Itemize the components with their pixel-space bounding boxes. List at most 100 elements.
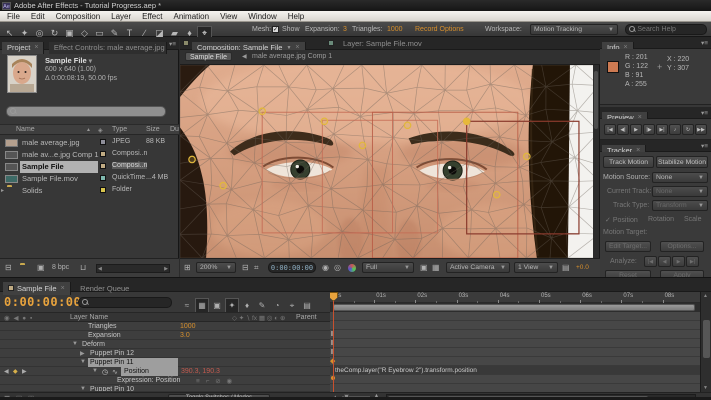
record-options-button[interactable]: Record Options [415, 26, 464, 33]
menu-window[interactable]: Window [248, 12, 276, 21]
analyze-button-0[interactable]: |◀ [644, 256, 657, 267]
menu-effect[interactable]: Effect [142, 12, 162, 21]
close-icon[interactable]: × [61, 285, 65, 292]
column-duration[interactable]: Du [170, 126, 179, 133]
menu-view[interactable]: View [220, 12, 237, 21]
property-row-triangles[interactable]: Triangles 1000 [0, 322, 330, 331]
keyframe-nav-next-icon[interactable]: ▶ [22, 368, 27, 375]
bit-depth-button[interactable]: 8 bpc [52, 264, 69, 271]
track-motion-button[interactable]: Track Motion [603, 156, 654, 168]
twirl-down-icon[interactable]: ▼ [80, 359, 86, 365]
transport-button-2[interactable]: ▶ [630, 124, 642, 135]
composition-viewer[interactable] [180, 65, 599, 258]
show-snapshot-icon[interactable]: ◎ [334, 263, 341, 272]
transparency-grid-icon[interactable]: ▦ [432, 263, 440, 272]
panel-menu-icon[interactable]: ▾≡ [169, 40, 176, 48]
pixel-aspect-icon[interactable]: ▤ [562, 263, 570, 272]
scroll-left-icon[interactable]: ◀ [98, 266, 102, 272]
scale-check-label[interactable]: Scale [684, 216, 702, 223]
mask-visibility-icon[interactable]: ⌗ [254, 263, 259, 273]
stabilize-motion-button[interactable]: Stabilize Motion [656, 156, 708, 168]
column-name[interactable]: Name [16, 126, 35, 133]
menu-animation[interactable]: Animation [173, 12, 209, 21]
timeline-icon-6[interactable]: ◔ [270, 299, 284, 312]
edit-target-button[interactable]: Edit Target... [605, 241, 651, 252]
timeline-icon-7[interactable]: ⌖ [285, 299, 299, 312]
safe-guides-icon[interactable]: ⊟ [242, 263, 249, 272]
tab-timeline-comp[interactable]: Sample File× [3, 282, 71, 295]
tab-layer[interactable]: Layer: Sample File.mov [338, 37, 427, 49]
analyze-button-2[interactable]: ▶ [672, 256, 685, 267]
menu-edit[interactable]: Edit [31, 12, 45, 21]
label-color[interactable] [100, 187, 106, 193]
time-ruler[interactable]: 0s01s02s03s04s05s06s07s08s [330, 292, 700, 303]
expression-icons[interactable]: ≡ ⌐ ⊘ ◉ [196, 377, 234, 385]
transport-button-4[interactable]: ▶| [656, 124, 668, 135]
viewer-vertical-scrollbar[interactable] [593, 65, 599, 258]
current-track-select[interactable]: None▼ [652, 186, 708, 197]
grid-options-icon[interactable]: ⊞ [184, 263, 191, 272]
position-checkbox[interactable]: ✓ [605, 217, 611, 224]
timeline-icon-1[interactable]: ▦ [195, 298, 209, 313]
motion-source-select[interactable]: None▼ [652, 172, 708, 183]
transport-button-5[interactable]: ♪ [669, 124, 681, 135]
table-row-selected[interactable]: Sample File Composi..n [0, 161, 179, 173]
label-color[interactable] [100, 151, 106, 157]
transport-button-6[interactable]: ↻ [682, 124, 694, 135]
column-type[interactable]: Type [112, 126, 127, 133]
timeline-search-input[interactable] [88, 298, 171, 307]
group-row-pin12[interactable]: ▶ Puppet Pin 12 [0, 349, 330, 358]
timeline-icon-0[interactable]: ≈ [180, 299, 194, 312]
work-area-bar[interactable] [333, 304, 695, 311]
transport-button-0[interactable]: |◀ [604, 124, 616, 135]
twirl-down-icon[interactable]: ▼ [72, 341, 78, 347]
panel-menu-icon[interactable]: ▾≡ [701, 109, 708, 117]
project-search-input[interactable] [17, 107, 165, 116]
trash-icon[interactable]: ⊔ [80, 263, 86, 272]
close-icon[interactable]: × [34, 44, 38, 51]
tab-effect-controls[interactable]: Effect Controls: male average.jpg [49, 42, 167, 54]
keyframe-nav-prev-icon[interactable]: ◀ [4, 368, 9, 375]
expansion-value[interactable]: 3.0 [180, 332, 190, 339]
view-layout-select[interactable]: 1 View▼ [514, 262, 558, 273]
transport-button-1[interactable]: ◀| [617, 124, 629, 135]
interpret-footage-icon[interactable]: ⊟ [5, 263, 12, 272]
group-row-deform[interactable]: ▼ Deform [0, 340, 330, 349]
help-search[interactable] [625, 24, 707, 35]
column-size[interactable]: Size [146, 126, 160, 133]
stopwatch-icon[interactable]: ◷ [102, 368, 108, 376]
options-button[interactable]: Options... [660, 241, 704, 252]
breadcrumb-parent[interactable]: male average.jpg Comp 1 [252, 53, 332, 60]
timeline-timecode[interactable]: 0:00:00:00 [4, 295, 81, 309]
expression-row[interactable]: Expression: Position ≡ ⌐ ⊘ ◉ [0, 376, 330, 385]
table-row[interactable]: male average.jpg JPEG88 KB [0, 137, 179, 149]
twirl-icon[interactable]: ▸ [1, 187, 4, 194]
group-row-pin11-selected[interactable]: ▼ Puppet Pin 11 [0, 358, 330, 367]
table-row[interactable]: Sample File.mov QuickTime...4 MB [0, 173, 179, 185]
expansion-value[interactable]: 3 [343, 26, 347, 33]
project-search[interactable] [6, 106, 166, 117]
timeline-icon-4[interactable]: ♦ [240, 299, 254, 312]
transport-button-7[interactable]: ▶▶ [695, 124, 707, 135]
help-search-input[interactable] [635, 25, 706, 34]
timeline-icon-2[interactable]: ▣ [210, 299, 224, 312]
twirl-down-icon[interactable]: ▼ [92, 368, 98, 374]
current-time-indicator-line[interactable] [333, 292, 334, 392]
region-of-interest-icon[interactable]: ▣ [420, 263, 428, 272]
scroll-right-icon[interactable]: ▶ [164, 266, 168, 272]
keyframe-nav-diamond-icon[interactable]: ◆ [13, 368, 18, 375]
workspace-select[interactable]: Motion Tracking▼ [530, 24, 618, 35]
table-row[interactable]: ▸ Solids Folder [0, 185, 179, 197]
track-type-select[interactable]: Transform▼ [652, 200, 708, 211]
timeline-icon-3[interactable]: ✦ [225, 298, 239, 313]
new-comp-icon[interactable]: ▣ [37, 263, 45, 272]
label-color-column-icon[interactable]: ◈ [98, 127, 103, 134]
snapshot-icon[interactable]: ◉ [322, 263, 329, 272]
magnification-select[interactable]: 200%▼ [196, 262, 236, 273]
resolution-select[interactable]: Full▼ [362, 262, 414, 273]
menu-composition[interactable]: Composition [56, 12, 100, 21]
label-color[interactable] [100, 139, 106, 145]
transport-button-3[interactable]: |▶ [643, 124, 655, 135]
breadcrumb-current[interactable]: Sample File [185, 52, 232, 61]
menu-layer[interactable]: Layer [111, 12, 131, 21]
